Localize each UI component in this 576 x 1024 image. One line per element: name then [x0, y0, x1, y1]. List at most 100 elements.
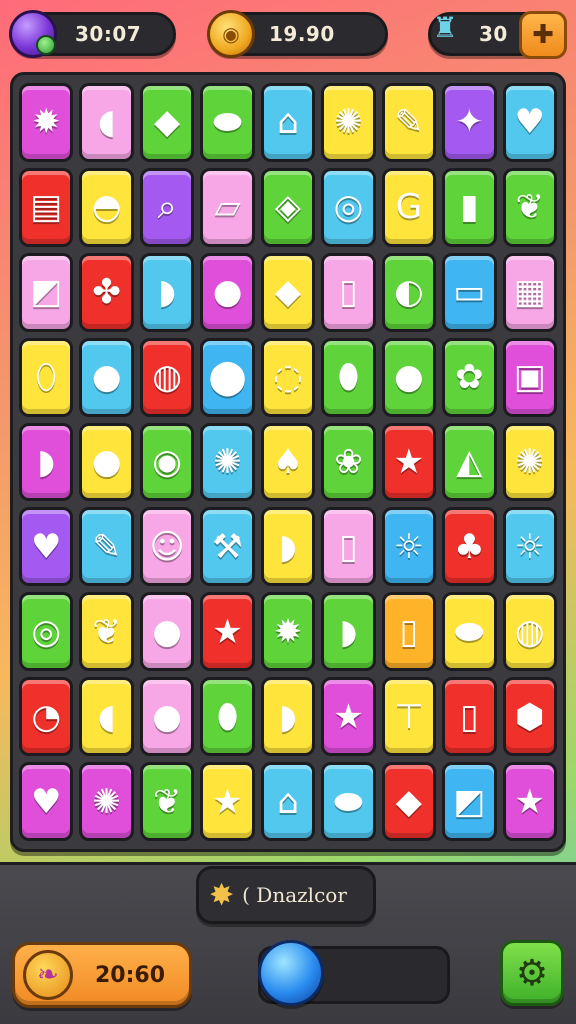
drop-icon: ◗	[37, 441, 56, 482]
tile-tool[interactable]: ✎	[381, 83, 437, 162]
tile-star[interactable]: ★	[200, 592, 255, 672]
ring-icon: ◎	[333, 187, 364, 228]
tile-leaf[interactable]: ❦	[79, 592, 134, 672]
tile-gear[interactable]: ✺	[79, 762, 134, 841]
tile-box[interactable]: ◆	[381, 762, 437, 841]
tile-banana[interactable]: ◐	[381, 252, 437, 332]
tile-fruit[interactable]: ●	[200, 252, 255, 332]
settings-button[interactable]: ⚙	[500, 940, 564, 1006]
cups-counter[interactable]: ♜ 30 ✚	[428, 11, 567, 59]
tile-star[interactable]: ★	[321, 677, 376, 757]
tile-donut[interactable]: ◌	[260, 337, 316, 417]
tile-box[interactable]: ▱	[200, 167, 255, 247]
orb-icon: ●	[152, 696, 182, 737]
tile-ring[interactable]: ◉	[139, 422, 195, 502]
tile-brush[interactable]: ✎	[79, 507, 134, 587]
pick-icon: ⚒	[212, 526, 243, 567]
tile-cube[interactable]: ◩	[19, 252, 74, 332]
tile-sun[interactable]: ☼	[381, 507, 437, 587]
tile-horn[interactable]: ⌕	[139, 167, 195, 247]
tile-seed[interactable]: ⬯	[19, 337, 74, 417]
gems-counter[interactable]: 30:07	[9, 10, 176, 58]
tile-jar[interactable]: ▤	[19, 167, 74, 247]
tile-sun[interactable]: ☼	[502, 507, 557, 587]
tile-leaf[interactable]: ❦	[502, 167, 557, 247]
tile-orb[interactable]: ●	[139, 592, 195, 672]
tile-brick[interactable]: ▦	[502, 252, 557, 332]
tile-house[interactable]: ⌂	[260, 762, 316, 841]
tile-cookie[interactable]: ✺	[321, 83, 376, 162]
tile-pin[interactable]: ⬬	[442, 592, 497, 672]
progress-ball[interactable]	[258, 940, 324, 1006]
tile-virus[interactable]: ✹	[19, 83, 74, 162]
tile-berry[interactable]: ⬤	[200, 337, 255, 417]
tile-cookie[interactable]: ✺	[502, 422, 557, 502]
tile-heart[interactable]: ♥	[502, 83, 557, 162]
tile-blob[interactable]: ♣	[442, 507, 497, 587]
tag-icon: ▯	[399, 611, 419, 652]
tile-device[interactable]: ▭	[442, 252, 497, 332]
tile-feather[interactable]: ◖	[79, 677, 134, 757]
tile-ball[interactable]: ●	[79, 422, 134, 502]
tile-gem[interactable]: ◈	[260, 167, 316, 247]
coins-counter[interactable]: ◉ 19.90	[207, 10, 388, 58]
clover-icon: ❀	[334, 441, 363, 482]
tile-swirl[interactable]: ◎	[19, 592, 74, 672]
tile-heart[interactable]: ♥	[19, 762, 74, 841]
powerup-button[interactable]: ✸ ( Dnazlcor	[196, 866, 376, 924]
tile-star[interactable]: ★	[200, 762, 255, 841]
tile-heart-leaf[interactable]: ♠	[260, 422, 316, 502]
tile-drop[interactable]: ◆	[139, 83, 195, 162]
tile-planet[interactable]: ◍	[502, 592, 557, 672]
tile-star[interactable]: ★	[381, 422, 437, 502]
tile-smile[interactable]: ☺	[139, 507, 195, 587]
tile-star[interactable]: ✦	[442, 83, 497, 162]
tile-tag[interactable]: ▯	[321, 252, 376, 332]
tile-drop[interactable]: ◗	[260, 507, 316, 587]
tile-capsule[interactable]: ◖	[79, 83, 134, 162]
tile-apple[interactable]: ●	[381, 337, 437, 417]
tile-crystal[interactable]: ◆	[260, 252, 316, 332]
tile-bell[interactable]: ◓	[79, 167, 134, 247]
tile-robot[interactable]: ⌂	[260, 83, 316, 162]
tile-heart[interactable]: ♥	[19, 507, 74, 587]
tile-grape[interactable]: ✿	[442, 337, 497, 417]
tile-leaf[interactable]: ❦	[139, 762, 195, 841]
tile-balloon[interactable]: ⬬	[321, 762, 376, 841]
tile-bug[interactable]: ✹	[260, 592, 316, 672]
crystal-icon: ◆	[274, 272, 302, 313]
tile-tag[interactable]: ▯	[321, 507, 376, 587]
tile-letter[interactable]: G	[381, 167, 437, 247]
tile-orb[interactable]: ●	[79, 337, 134, 417]
tile-hammer[interactable]: ⊤	[381, 677, 437, 757]
tile-drop[interactable]: ◗	[260, 677, 316, 757]
tile-drop[interactable]: ◗	[19, 422, 74, 502]
tile-pin[interactable]: ⬬	[200, 83, 255, 162]
tile-battery[interactable]: ▮	[442, 167, 497, 247]
timer-panel[interactable]: ❧ 20:60	[12, 942, 192, 1008]
tile-shield[interactable]: ⬢	[502, 677, 557, 757]
tile-clover[interactable]: ❀	[321, 422, 376, 502]
gems-value: 30:07	[75, 22, 142, 46]
tile-bin[interactable]: ▣	[502, 337, 557, 417]
tile-tag[interactable]: ▯	[381, 592, 437, 672]
orb-icon: ●	[152, 611, 182, 652]
tile-blob[interactable]: ✤	[79, 252, 134, 332]
tag-icon: ▯	[339, 272, 358, 313]
tile-pepper[interactable]: ⬮	[321, 337, 376, 417]
tile-tag[interactable]: ▯	[442, 677, 497, 757]
tile-bug[interactable]: ◭	[442, 422, 497, 502]
tile-card[interactable]: ◩	[442, 762, 497, 841]
tile-star[interactable]: ★	[502, 762, 557, 841]
battery-icon: ▮	[459, 187, 479, 228]
tile-eggplant[interactable]: ⬮	[200, 677, 255, 757]
tile-leaf[interactable]: ◔	[19, 677, 74, 757]
tile-orb[interactable]: ●	[139, 677, 195, 757]
tile-gear[interactable]: ✺	[200, 422, 255, 502]
shop-plus-icon[interactable]: ✚	[519, 11, 567, 59]
tile-bubble[interactable]: ◗	[321, 592, 376, 672]
tile-ring[interactable]: ◍	[139, 337, 195, 417]
tile-ring[interactable]: ◎	[321, 167, 376, 247]
tile-pick[interactable]: ⚒	[200, 507, 255, 587]
tile-leaf-drop[interactable]: ◗	[139, 252, 195, 332]
